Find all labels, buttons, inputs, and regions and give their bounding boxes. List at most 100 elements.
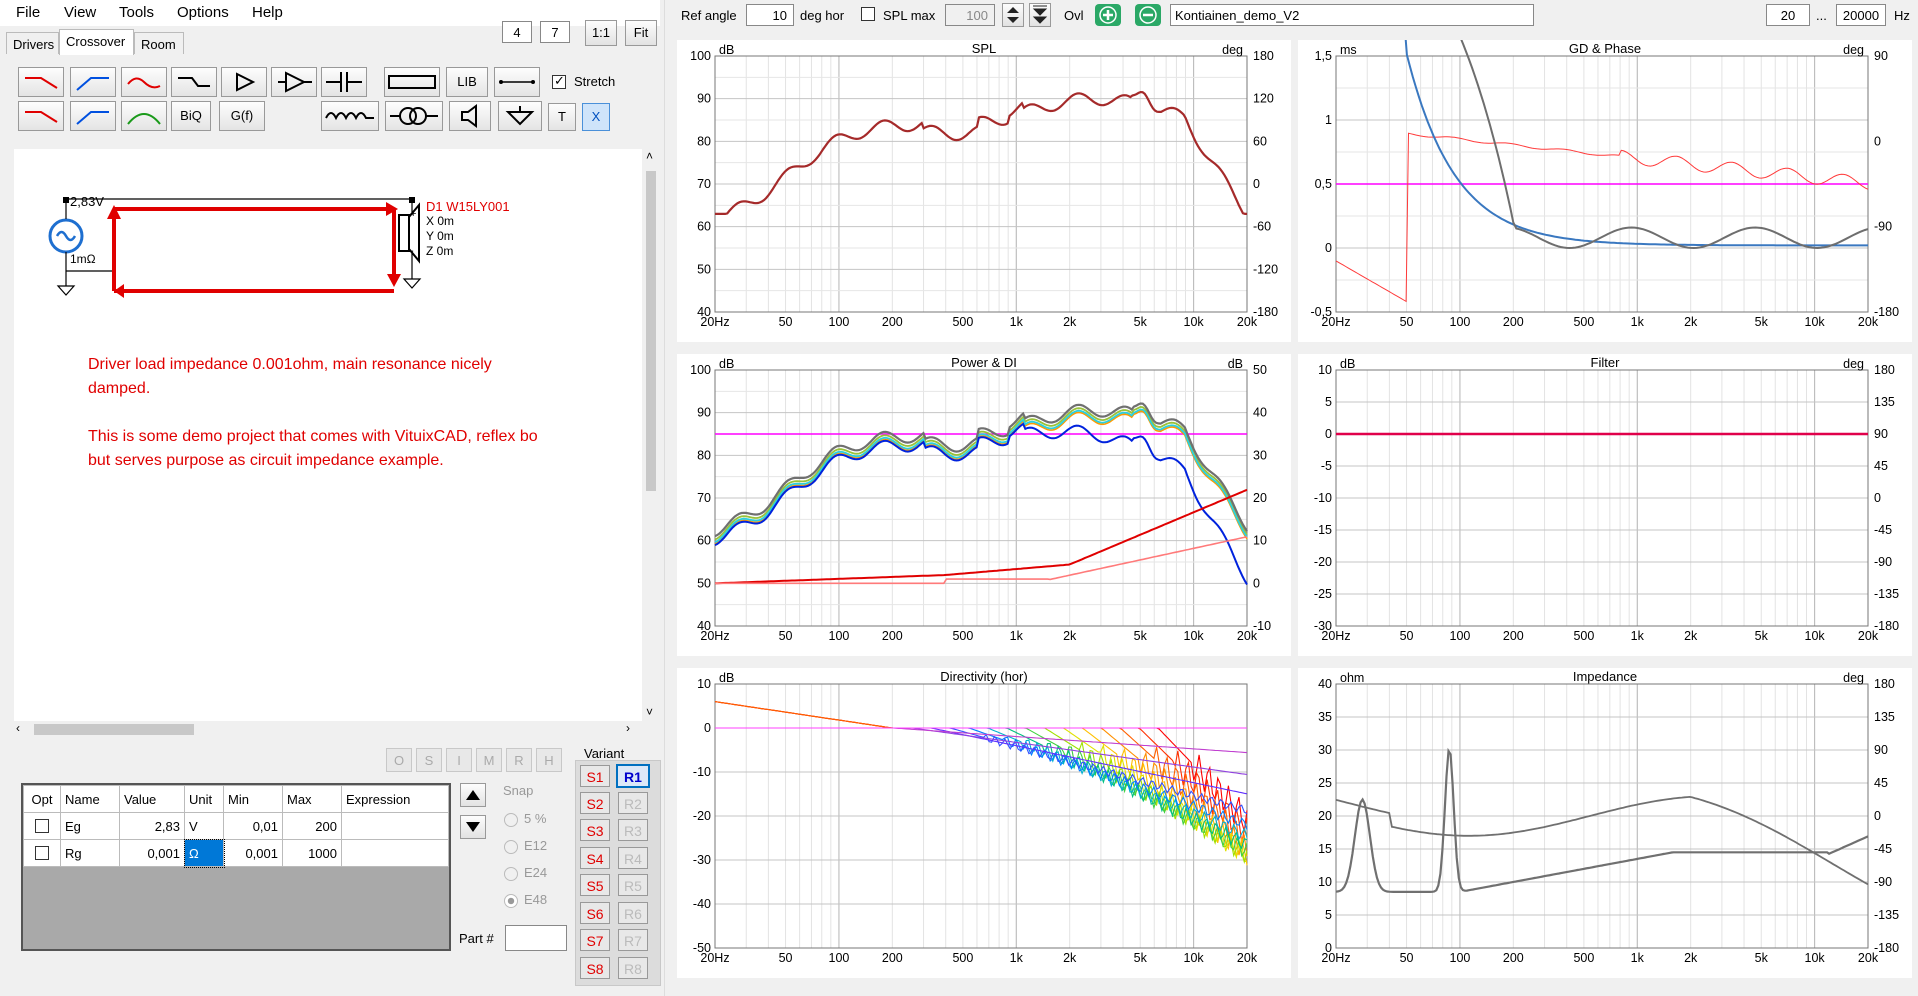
power-di-plot[interactable]: 100 90 80 70 60 50 40 50 40 30 20 10 0 -10 dB dB 20Hz 50 1… [677,354,1291,656]
stretch-checkbox[interactable] [552,73,566,89]
menu-file[interactable]: File [16,4,40,21]
param-max[interactable]: 200 [282,812,342,840]
remove-overlay-button[interactable] [1135,4,1161,26]
variant-s6[interactable]: S6 [580,902,610,924]
biquad-button[interactable]: BiQ [171,101,211,131]
lowpass-tool[interactable] [18,67,64,97]
shelf-tool[interactable] [171,67,217,97]
driver-tool[interactable] [449,101,491,131]
menu-help[interactable]: Help [252,4,283,21]
fit-button[interactable]: Fit [625,20,657,46]
scroll-up-icon[interactable]: ˄ [646,149,653,163]
transformer-tool[interactable] [385,101,443,131]
wire-tool[interactable] [494,67,540,97]
s-button[interactable]: S [416,748,442,772]
variant-s3[interactable]: S3 [580,819,610,841]
opt-checkbox[interactable] [35,819,49,833]
bandpass-tool[interactable] [121,101,167,131]
o-button[interactable]: O [386,748,412,772]
delete-tool[interactable]: X [582,103,610,131]
freq-max-input[interactable]: 20000 [1836,4,1886,26]
spl-max-input[interactable]: 100 [945,4,995,26]
highpass2-tool[interactable] [70,101,116,131]
opamp-tool[interactable] [271,67,317,97]
snap-option-e24[interactable]: E24 [504,859,547,886]
splitter[interactable] [664,0,665,996]
variant-s4[interactable]: S4 [580,847,610,869]
capacitor-tool[interactable] [321,67,367,97]
scroll-down-icon[interactable]: ˅ [646,705,653,719]
ground-tool[interactable] [498,101,542,131]
vscroll-thumb[interactable] [646,171,656,491]
i-button[interactable]: I [446,748,472,772]
spl-plot[interactable]: 100 90 80 70 60 50 40 180 120 60 0 -60 -120 -180 dB deg… [677,40,1291,342]
impedance-plot[interactable]: 40 35 30 25 20 15 10 5 0 180 135 90 45 0 -45 -90 -135 -18… [1298,668,1912,978]
variant-r3[interactable]: R3 [618,819,648,841]
menu-view[interactable]: View [64,4,96,21]
variant-s7[interactable]: S7 [580,929,610,951]
tab-crossover[interactable]: Crossover [59,29,134,55]
spl-max-spin-button[interactable] [1002,3,1024,27]
tab-drivers[interactable]: Drivers [6,32,59,54]
freq-min-input[interactable]: 20 [1766,4,1810,26]
spl-max-step-button[interactable] [1029,3,1051,27]
variant-r8[interactable]: R8 [618,957,648,979]
menu-options[interactable]: Options [177,4,229,21]
variant-s5[interactable]: S5 [580,874,610,896]
schematic-vscrollbar[interactable]: ˄ ˅ [642,149,660,721]
zoom-a-input[interactable]: 4 [502,21,532,43]
variant-s8[interactable]: S8 [580,957,610,979]
variant-r6[interactable]: R6 [618,902,648,924]
move-up-button[interactable] [460,783,486,807]
param-expression[interactable] [341,839,449,867]
project-name-input[interactable]: Kontiainen_demo_V2 [1170,4,1534,26]
variant-r1[interactable]: R1 [616,764,650,788]
gd-phase-plot[interactable]: 1,5 1 0,5 0 -0,5 90 0 -90 -180 ms deg 20Hz 50 100 200 5… [1298,40,1912,342]
zoom-b-input[interactable]: 7 [540,21,570,43]
move-down-button[interactable] [460,815,486,839]
library-button[interactable]: LIB [446,67,488,97]
part-number-input[interactable] [505,925,567,951]
variant-r5[interactable]: R5 [618,874,648,896]
param-value[interactable]: 0,001 [119,839,185,867]
param-expression[interactable] [341,812,449,840]
add-overlay-button[interactable] [1095,4,1121,26]
hscroll-thumb[interactable] [34,724,194,735]
buffer-tool[interactable] [221,67,267,97]
r-button[interactable]: R [506,748,532,772]
inductor-tool[interactable] [321,101,379,131]
variant-r2[interactable]: R2 [618,792,648,814]
text-tool[interactable]: T [548,103,576,131]
schematic-canvas[interactable]: 2,83V 1mΩ D1 W15LY001 + - X 0m Y 0m Z 0m… [14,149,642,721]
h-button[interactable]: H [536,748,562,772]
variant-s2[interactable]: S2 [580,792,610,814]
scroll-right-icon[interactable]: › [626,721,630,735]
variant-r7[interactable]: R7 [618,929,648,951]
table-row[interactable]: Rg 0,001 Ω 0,001 1000 [23,838,449,868]
schematic-hscrollbar[interactable]: ‹ › [14,721,642,737]
param-unit[interactable]: Ω [183,838,225,868]
opt-checkbox[interactable] [35,846,49,860]
highpass-tool[interactable] [70,67,116,97]
variant-s1[interactable]: S1 [580,765,610,787]
scroll-left-icon[interactable]: ‹ [16,721,20,735]
param-min[interactable]: 0,001 [223,839,283,867]
variant-r4[interactable]: R4 [618,847,648,869]
ref-angle-input[interactable]: 10 [746,4,794,26]
snap-option-e48[interactable]: E48 [504,886,547,913]
menu-tools[interactable]: Tools [119,4,154,21]
lowpass2-tool[interactable] [18,101,64,131]
tab-room[interactable]: Room [134,32,184,54]
gf-button[interactable]: G(f) [219,101,265,131]
param-value[interactable]: 2,83 [119,812,185,840]
one-to-one-button[interactable]: 1:1 [585,20,617,46]
notch-tool[interactable] [121,67,167,97]
directivity-plot[interactable]: 10 0 -10 -20 -30 -40 -50 dB 20Hz 50 100 200 500 1k 2k 5… [677,668,1291,978]
param-min[interactable]: 0,01 [223,812,283,840]
filter-plot[interactable]: 10 5 0 -5 -10 -15 -20 -25 -30 180 135 90 45 0 -45 -90 -1… [1298,354,1912,656]
snap-option-e12[interactable]: E12 [504,832,547,859]
param-max[interactable]: 1000 [282,839,342,867]
snap-option-5pct[interactable]: 5 % [504,805,547,832]
resistor-tool[interactable] [384,67,440,97]
m-button[interactable]: M [476,748,502,772]
